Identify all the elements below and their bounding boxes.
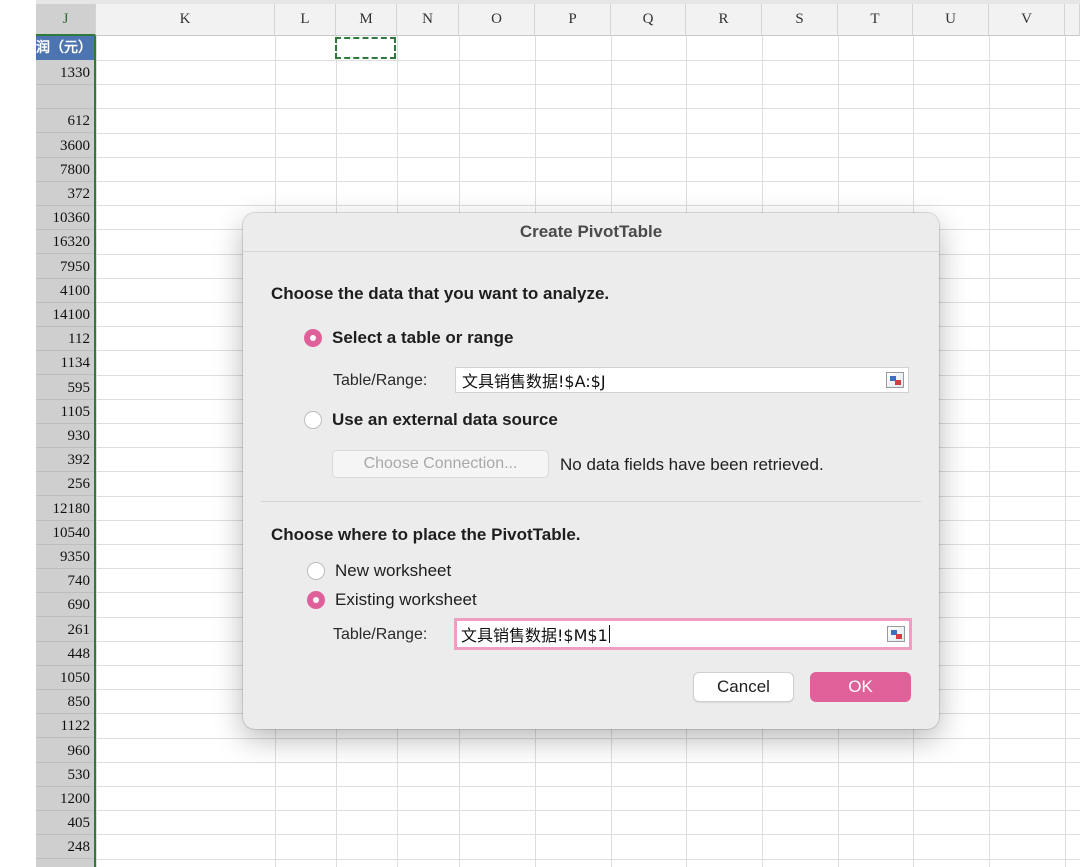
table-range-label: Table/Range:: [333, 372, 428, 389]
column-j-cell[interactable]: 1330: [36, 61, 94, 85]
gridline-vertical: [96, 36, 97, 867]
column-header-k[interactable]: K: [96, 4, 275, 36]
select-table-range-label: Select a table or range: [332, 328, 514, 347]
column-j-cell[interactable]: 16320: [36, 230, 94, 254]
column-j-cell[interactable]: 405: [36, 811, 94, 835]
gridline-horizontal: [96, 810, 1080, 811]
column-header-filler: [1065, 4, 1080, 36]
radio-selected-icon[interactable]: [307, 591, 325, 609]
column-j-cell[interactable]: 12180: [36, 497, 94, 521]
no-data-fields-text: No data fields have been retrieved.: [560, 455, 824, 474]
gridline-horizontal: [96, 834, 1080, 835]
column-j-cell[interactable]: 3600: [36, 134, 94, 158]
gridline-horizontal: [96, 84, 1080, 85]
table-range-input[interactable]: 文具销售数据!$A:$J: [455, 367, 909, 393]
column-j-cell[interactable]: 392: [36, 448, 94, 472]
gridline-horizontal: [96, 762, 1080, 763]
column-j-cell[interactable]: 960: [36, 739, 94, 763]
column-j-cell[interactable]: [36, 85, 94, 109]
column-header-l[interactable]: L: [275, 4, 336, 36]
column-j-cell[interactable]: 4100: [36, 279, 94, 303]
gridline-horizontal: [96, 181, 1080, 182]
column-j-cell[interactable]: 690: [36, 593, 94, 617]
create-pivottable-dialog: Create PivotTable Choose the data that y…: [243, 213, 939, 729]
column-j-cell[interactable]: 448: [36, 642, 94, 666]
column-header-n[interactable]: N: [397, 4, 459, 36]
column-j-cell[interactable]: 530: [36, 763, 94, 787]
dialog-title: Create PivotTable: [243, 213, 939, 252]
existing-worksheet-option[interactable]: Existing worksheet: [307, 590, 477, 610]
destination-range-label: Table/Range:: [333, 626, 428, 643]
gridline-horizontal: [96, 859, 1080, 860]
column-j-cell[interactable]: 10360: [36, 206, 94, 230]
column-header-j[interactable]: J: [36, 4, 96, 36]
gridline-horizontal: [96, 60, 1080, 61]
collapse-dialog-icon[interactable]: [886, 372, 904, 388]
column-j-cell[interactable]: 9350: [36, 545, 94, 569]
radio-unselected-icon[interactable]: [307, 562, 325, 580]
column-j-cell[interactable]: 261: [36, 618, 94, 642]
column-j-cell[interactable]: 7950: [36, 255, 94, 279]
column-header-q[interactable]: Q: [611, 4, 686, 36]
column-header-r[interactable]: R: [686, 4, 762, 36]
column-j-cell[interactable]: 740: [36, 569, 94, 593]
gridline-vertical: [1065, 36, 1066, 867]
gridline-horizontal: [96, 108, 1080, 109]
text-cursor: [608, 625, 610, 643]
section-divider: [261, 501, 921, 502]
column-j-cell[interactable]: 14100: [36, 303, 94, 327]
radio-unselected-icon[interactable]: [304, 411, 322, 429]
gridline-horizontal: [96, 157, 1080, 158]
column-j-cell[interactable]: 850: [36, 690, 94, 714]
column-j-header-cell[interactable]: 润（元）: [36, 36, 94, 60]
column-j-cell[interactable]: 930: [36, 424, 94, 448]
column-header-s[interactable]: S: [762, 4, 838, 36]
external-source-label: Use an external data source: [332, 410, 558, 429]
new-worksheet-option[interactable]: New worksheet: [307, 561, 451, 581]
choose-connection-button[interactable]: Choose Connection...: [332, 450, 549, 478]
column-j-cell[interactable]: 256: [36, 472, 94, 496]
column-j-cell[interactable]: 595: [36, 376, 94, 400]
placement-section-label: Choose where to place the PivotTable.: [271, 525, 581, 544]
column-j-cell[interactable]: 248: [36, 835, 94, 859]
gridline-horizontal: [96, 786, 1080, 787]
column-header-m[interactable]: M: [336, 4, 397, 36]
radio-selected-icon[interactable]: [304, 329, 322, 347]
cancel-button[interactable]: Cancel: [693, 672, 794, 702]
destination-range-input[interactable]: 文具销售数据!$M$1: [454, 618, 912, 650]
column-j-cell[interactable]: 1105: [36, 400, 94, 424]
gridline-horizontal: [96, 205, 1080, 206]
column-j-cell[interactable]: 1134: [36, 351, 94, 375]
column-j-cell[interactable]: 1050: [36, 666, 94, 690]
analyze-section-label: Choose the data that you want to analyze…: [271, 284, 610, 303]
column-header-t[interactable]: T: [838, 4, 913, 36]
row-header-strip: [0, 0, 36, 867]
gridline-horizontal: [96, 133, 1080, 134]
column-header-o[interactable]: O: [459, 4, 535, 36]
column-j-cell[interactable]: 1122: [36, 714, 94, 738]
column-j-cell[interactable]: 10540: [36, 521, 94, 545]
column-j-cell[interactable]: 372: [36, 182, 94, 206]
column-header-u[interactable]: U: [913, 4, 989, 36]
column-header-p[interactable]: P: [535, 4, 611, 36]
gridline-vertical: [989, 36, 990, 867]
column-j-cell[interactable]: 112: [36, 327, 94, 351]
new-worksheet-label: New worksheet: [335, 561, 452, 580]
destination-range-value: 文具销售数据!$M$1: [461, 626, 608, 645]
column-j-cell[interactable]: 7800: [36, 158, 94, 182]
column-j-cell[interactable]: 1200: [36, 787, 94, 811]
external-source-option[interactable]: Use an external data source: [304, 410, 558, 430]
existing-worksheet-label: Existing worksheet: [335, 590, 477, 609]
column-header-v[interactable]: V: [989, 4, 1065, 36]
collapse-dialog-icon[interactable]: [887, 626, 905, 642]
gridline-horizontal: [96, 738, 1080, 739]
select-table-range-option[interactable]: Select a table or range: [304, 328, 513, 348]
column-j-cell[interactable]: 612: [36, 109, 94, 133]
ok-button[interactable]: OK: [810, 672, 911, 702]
copy-marquee-m1: [335, 37, 396, 59]
table-range-value: 文具销售数据!$A:$J: [462, 372, 606, 391]
